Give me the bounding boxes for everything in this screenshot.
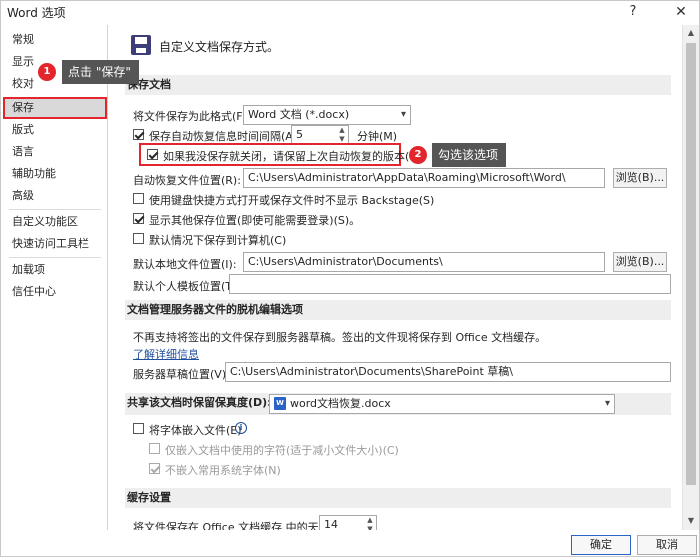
options-panel: 自定义文档保存方式。 保存文档 将文件保存为此格式(F): Word 文档 (*… (111, 25, 683, 530)
step-1-callout: 点击 "保存" (62, 60, 139, 84)
embed-only-used-checkbox[interactable] (149, 443, 160, 454)
section-cache: 缓存设置 (125, 488, 671, 508)
template-label: 默认个人模板位置(T): (133, 280, 241, 293)
save-to-computer-checkbox[interactable] (133, 233, 144, 244)
dialog-footer: 确定 取消 (1, 530, 699, 556)
drafts-label: 服务器草稿位置(V): (133, 368, 230, 381)
info-icon[interactable]: i (235, 422, 247, 434)
format-label: 将文件保存为此格式(F): (133, 110, 251, 123)
window-title: Word 选项 (7, 6, 66, 20)
sidebar-item-trust-center[interactable]: 信任中心 (3, 281, 107, 303)
default-local-input[interactable]: C:\Users\Administrator\Documents\ (243, 252, 605, 272)
drafts-input[interactable]: C:\Users\Administrator\Documents\SharePo… (225, 362, 671, 382)
help-button[interactable]: ? (621, 2, 645, 22)
cancel-button[interactable]: 取消 (637, 535, 697, 555)
sidebar-divider (9, 257, 101, 258)
cache-days-label: 将文件保存在 Office 文档缓存 中的天数: (133, 521, 334, 530)
sidebar-item-addins[interactable]: 加载项 (3, 259, 107, 281)
autorecover-minutes-value: 5 (296, 128, 303, 141)
keep-last-version-checkbox[interactable] (147, 149, 158, 160)
template-input[interactable] (229, 274, 671, 294)
step-2-badge: 2 (409, 146, 427, 164)
section-offline-editing: 文档管理服务器文件的脱机编辑选项 (125, 300, 671, 320)
embed-fonts-checkbox[interactable] (133, 423, 144, 434)
sidebar-item-advanced[interactable]: 高级 (3, 185, 107, 207)
title-bar: Word 选项 ? ✕ (1, 1, 699, 23)
sidebar-item-layout[interactable]: 版式 (3, 119, 107, 141)
show-other-locations-label: 显示其他保存位置(即使可能需要登录)(S)。 (149, 214, 361, 227)
spinner-icon[interactable]: ▲ ▼ (364, 516, 376, 530)
minutes-label: 分钟(M) (357, 130, 398, 143)
autorecover-minutes-input[interactable]: 5 ▲ ▼ (291, 125, 349, 145)
sidebar-item-save[interactable]: 保存 (3, 97, 107, 119)
sidebar-item-general[interactable]: 常规 (3, 29, 107, 51)
autorecover-path-input[interactable]: C:\Users\Administrator\AppData\Roaming\M… (243, 168, 605, 188)
panel-title: 自定义文档保存方式。 (159, 40, 280, 54)
save-disk-icon (131, 35, 151, 55)
sidebar-divider (9, 209, 101, 210)
fidelity-doc-value: word文档恢复.docx (290, 397, 391, 410)
learn-more-link[interactable]: 了解详细信息 (133, 346, 199, 362)
format-select[interactable]: Word 文档 (*.docx) (243, 105, 411, 125)
sidebar-item-language[interactable]: 语言 (3, 141, 107, 163)
sidebar: 常规 显示 校对 保存 版式 语言 辅助功能 高级 自定义功能区 快速访问工具栏… (3, 25, 108, 530)
embed-fonts-label: 将字体嵌入文件(E) (149, 424, 242, 437)
spinner-icon[interactable]: ▲ ▼ (336, 126, 348, 144)
section-save-documents: 保存文档 (125, 75, 671, 95)
close-button[interactable]: ✕ (669, 2, 693, 22)
no-common-fonts-label: 不嵌入常用系统字体(N) (165, 464, 281, 477)
show-other-locations-checkbox[interactable] (133, 213, 144, 224)
sidebar-item-accessibility[interactable]: 辅助功能 (3, 163, 107, 185)
no-backstage-checkbox[interactable] (133, 193, 144, 204)
scroll-down-icon[interactable]: ▼ (683, 513, 699, 529)
keep-last-version-label: 如果我没保存就关闭，请保留上次自动恢复的版本(U) (163, 150, 422, 163)
save-to-computer-label: 默认情况下保存到计算机(C) (149, 234, 287, 247)
fidelity-label: 共享该文档时保留保真度(D): (127, 396, 272, 409)
ok-button[interactable]: 确定 (571, 535, 631, 555)
word-options-dialog: Word 选项 ? ✕ 常规 显示 校对 保存 版式 语言 辅助功能 高级 自定… (0, 0, 700, 557)
autorecover-path-label: 自动恢复文件位置(R): (133, 174, 241, 187)
cache-days-input[interactable]: 14 ▲ ▼ (319, 515, 377, 530)
default-local-label: 默认本地文件位置(I): (133, 258, 237, 271)
step-1-badge: 1 (38, 63, 56, 81)
step-2-callout: 勾选该选项 (432, 143, 507, 167)
no-backstage-label: 使用键盘快捷方式打开或保存文件时不显示 Backstage(S) (149, 194, 435, 207)
embed-only-used-label: 仅嵌入文档中使用的字符(适于减小文件大小)(C) (165, 444, 399, 457)
autorecover-label: 保存自动恢复信息时间间隔(A) (149, 130, 298, 143)
offline-description: 不再支持将签出的文件保存到服务器草稿。签出的文件现将保存到 Office 文档缓… (133, 331, 547, 344)
scroll-up-icon[interactable]: ▲ (683, 25, 699, 41)
word-doc-icon: W (274, 397, 286, 410)
no-common-fonts-checkbox[interactable] (149, 463, 160, 474)
fidelity-doc-select[interactable]: W word文档恢复.docx (269, 394, 615, 414)
sidebar-item-customize-ribbon[interactable]: 自定义功能区 (3, 211, 107, 233)
scrollbar-thumb[interactable] (686, 43, 696, 485)
vertical-scrollbar[interactable]: ▲ ▼ (682, 25, 699, 530)
autorecover-checkbox[interactable] (133, 129, 144, 140)
cache-days-value: 14 (324, 518, 338, 530)
sidebar-item-quick-access[interactable]: 快速访问工具栏 (3, 233, 107, 255)
browse-autorecover-button[interactable]: 浏览(B)... (613, 168, 667, 188)
browse-local-button[interactable]: 浏览(B)... (613, 252, 667, 272)
